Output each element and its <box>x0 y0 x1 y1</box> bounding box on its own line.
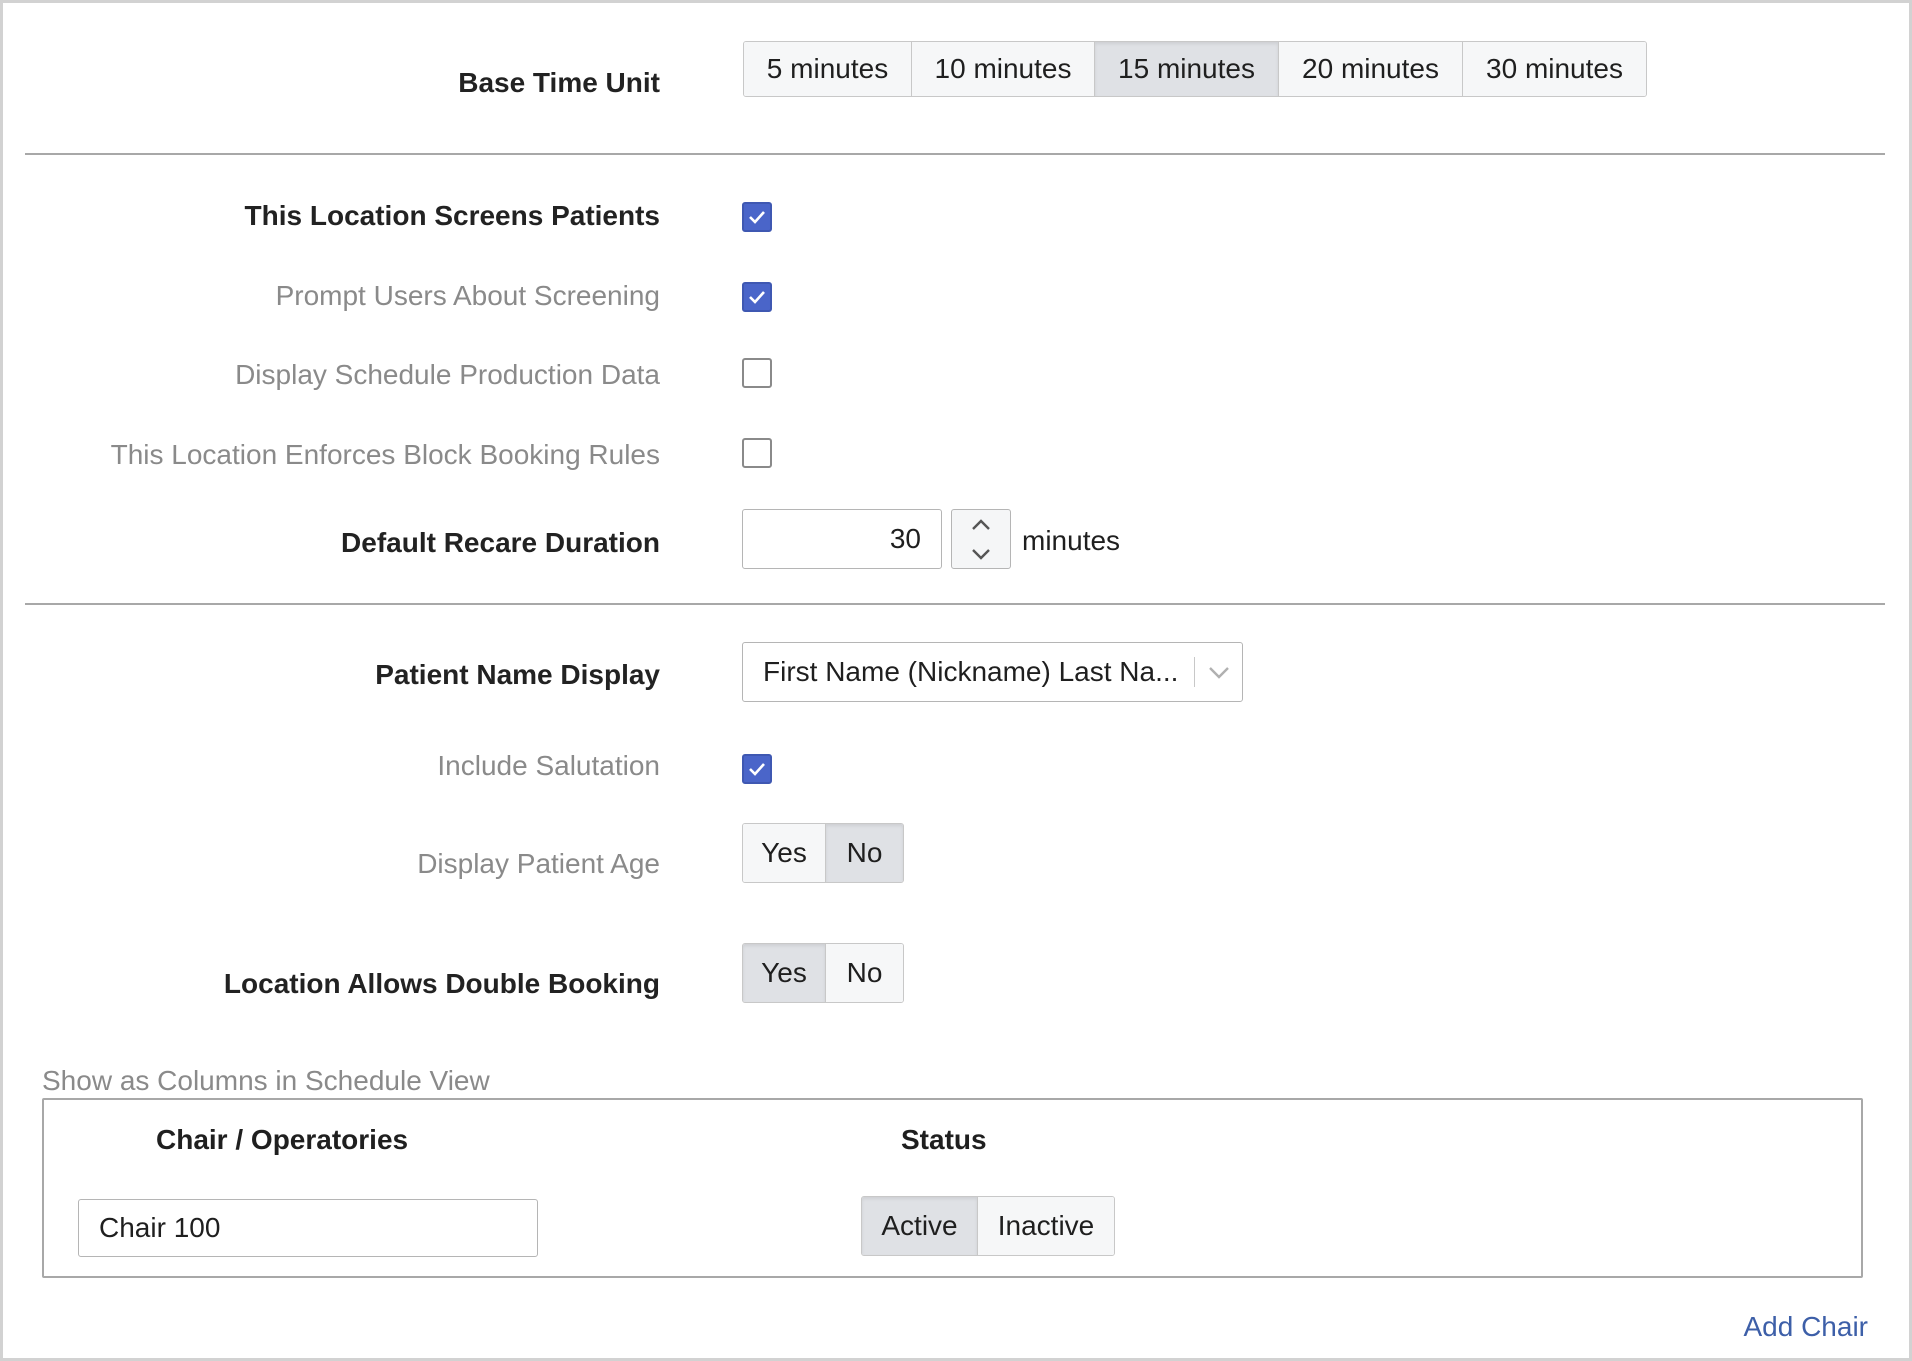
enforce-block-booking-checkbox[interactable] <box>742 438 772 468</box>
check-icon <box>749 763 765 776</box>
time-unit-option-20[interactable]: 20 minutes <box>1279 42 1463 96</box>
patient-name-display-value: First Name (Nickname) Last Na... <box>763 656 1179 687</box>
check-icon <box>749 211 765 224</box>
display-production-checkbox[interactable] <box>742 358 772 388</box>
add-chair-link[interactable]: Add Chair <box>1743 1311 1868 1343</box>
recare-duration-label: Default Recare Duration <box>341 527 660 558</box>
columns-box: Chair / Operatories Status Chair 100 Act… <box>42 1098 1863 1278</box>
recare-unit-label: minutes <box>1022 525 1121 556</box>
include-salutation-label: Include Salutation <box>437 750 660 781</box>
patient-name-display-select[interactable]: First Name (Nickname) Last Na... <box>742 642 1243 702</box>
prompt-users-checkbox[interactable] <box>742 282 772 312</box>
chair-status-toggle: Active Inactive <box>861 1196 1115 1256</box>
section-divider <box>25 153 1885 155</box>
double-booking-yes[interactable]: Yes <box>743 944 826 1002</box>
settings-panel: Base Time Unit 5 minutes 10 minutes 15 m… <box>0 0 1912 1361</box>
double-booking-label: Location Allows Double Booking <box>223 968 660 999</box>
stepper-up-button[interactable] <box>952 510 1010 539</box>
select-separator <box>1194 657 1195 687</box>
patient-age-yes[interactable]: Yes <box>743 824 826 882</box>
display-production-label: Display Schedule Production Data <box>235 359 660 390</box>
status-active[interactable]: Active <box>862 1197 978 1255</box>
time-unit-option-30[interactable]: 30 minutes <box>1463 42 1646 96</box>
base-time-unit-selector: 5 minutes 10 minutes 15 minutes 20 minut… <box>743 41 1647 97</box>
display-patient-age-toggle: Yes No <box>742 823 904 883</box>
section-divider <box>25 603 1885 605</box>
time-unit-option-10[interactable]: 10 minutes <box>912 42 1095 96</box>
status-inactive[interactable]: Inactive <box>978 1197 1114 1255</box>
time-unit-option-5[interactable]: 5 minutes <box>744 42 912 96</box>
stepper-down-button[interactable] <box>952 539 1010 568</box>
time-unit-option-15[interactable]: 15 minutes <box>1095 42 1279 96</box>
chevron-down-icon <box>972 548 990 560</box>
patient-name-display-label: Patient Name Display <box>375 659 660 690</box>
screens-patients-checkbox[interactable] <box>742 202 772 232</box>
chair-name-input[interactable]: Chair 100 <box>78 1199 538 1257</box>
recare-duration-stepper <box>951 509 1011 569</box>
patient-age-no[interactable]: No <box>826 824 903 882</box>
include-salutation-checkbox[interactable] <box>742 754 772 784</box>
display-patient-age-label: Display Patient Age <box>417 848 660 879</box>
recare-duration-input[interactable]: 30 <box>742 509 942 569</box>
double-booking-no[interactable]: No <box>826 944 903 1002</box>
double-booking-toggle: Yes No <box>742 943 904 1003</box>
base-time-unit-label: Base Time Unit <box>458 67 660 98</box>
check-icon <box>749 291 765 304</box>
chevron-up-icon <box>972 518 990 530</box>
columns-legend: Show as Columns in Schedule View <box>42 1065 490 1096</box>
chevron-down-icon <box>1209 667 1229 679</box>
prompt-users-label: Prompt Users About Screening <box>275 280 660 311</box>
chair-column-header: Chair / Operatories <box>156 1124 409 1155</box>
screens-patients-label: This Location Screens Patients <box>244 200 660 231</box>
status-column-header: Status <box>901 1124 987 1155</box>
enforce-block-booking-label: This Location Enforces Block Booking Rul… <box>110 439 660 470</box>
